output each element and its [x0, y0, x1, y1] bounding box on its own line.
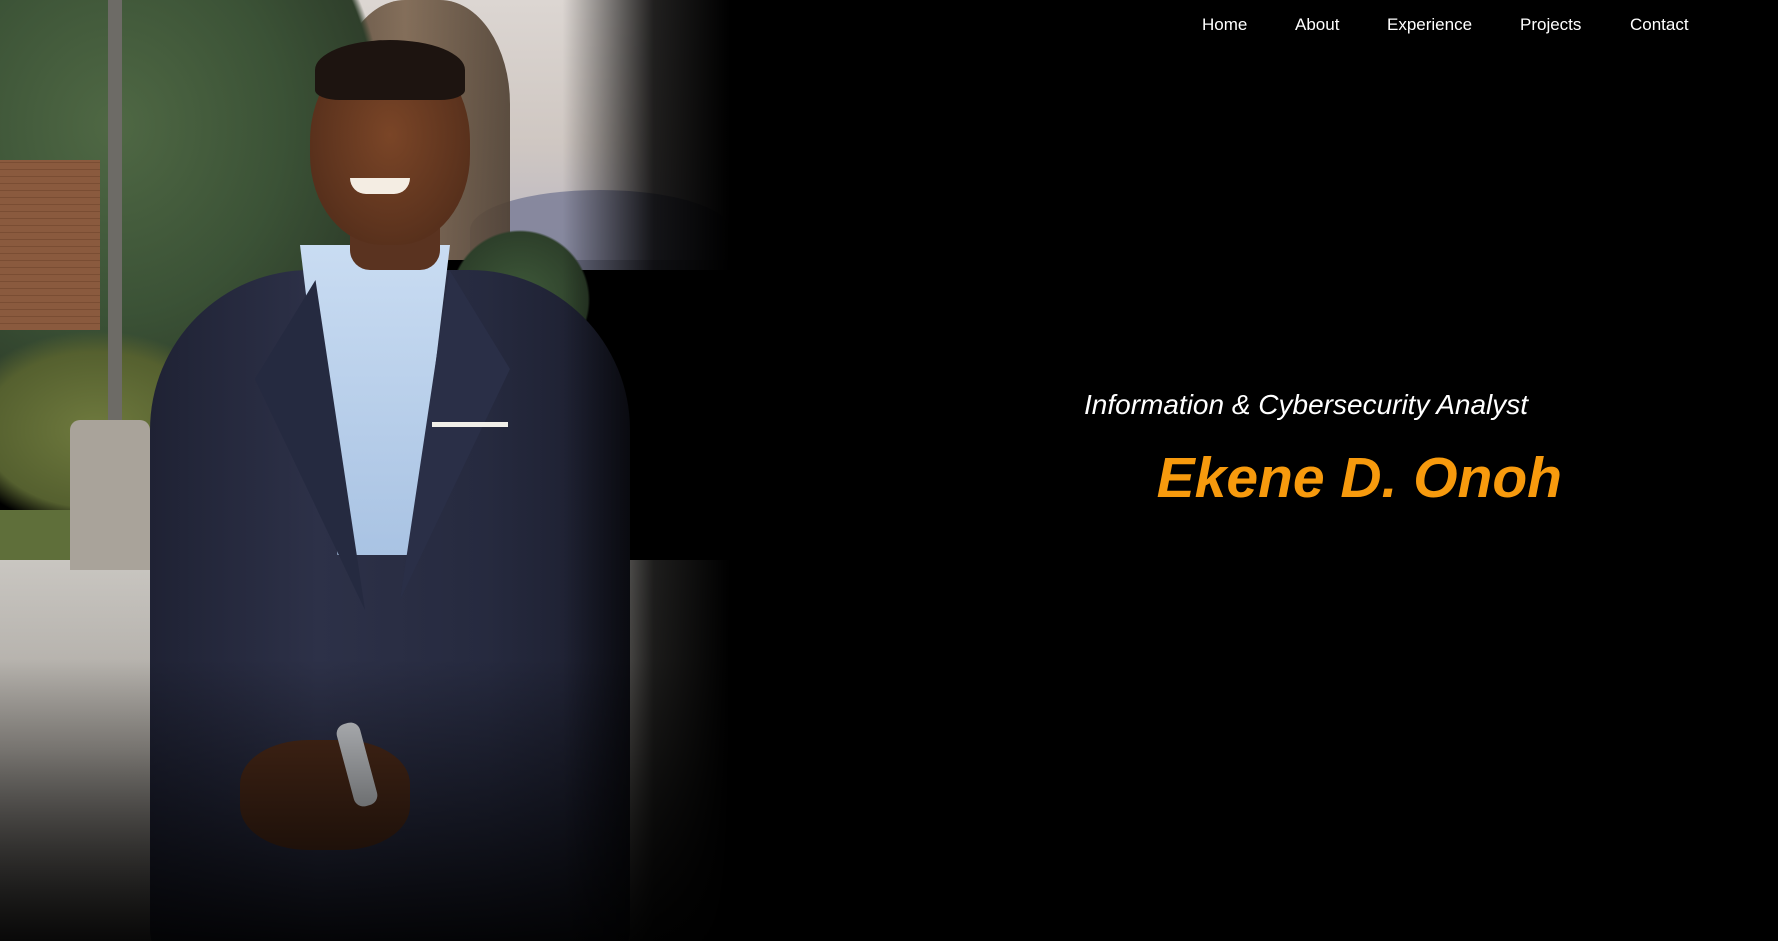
main-nav: Home About Experience Projects Contact	[1180, 14, 1700, 44]
nav-about-link[interactable]: About	[1295, 14, 1339, 36]
hero-subtitle: Information & Cybersecurity Analyst	[1084, 389, 1529, 420]
hero-name: Ekene D. Onoh	[1156, 446, 1562, 510]
photo-fade-overlay	[0, 0, 760, 941]
nav-projects-link[interactable]: Projects	[1520, 14, 1581, 36]
nav-contact-link[interactable]: Contact	[1630, 14, 1689, 36]
nav-experience-link[interactable]: Experience	[1387, 14, 1472, 36]
nav-home-link[interactable]: Home	[1202, 14, 1247, 36]
profile-photo	[0, 0, 760, 941]
hero-section: Home About Experience Projects Contact I…	[0, 0, 1778, 941]
